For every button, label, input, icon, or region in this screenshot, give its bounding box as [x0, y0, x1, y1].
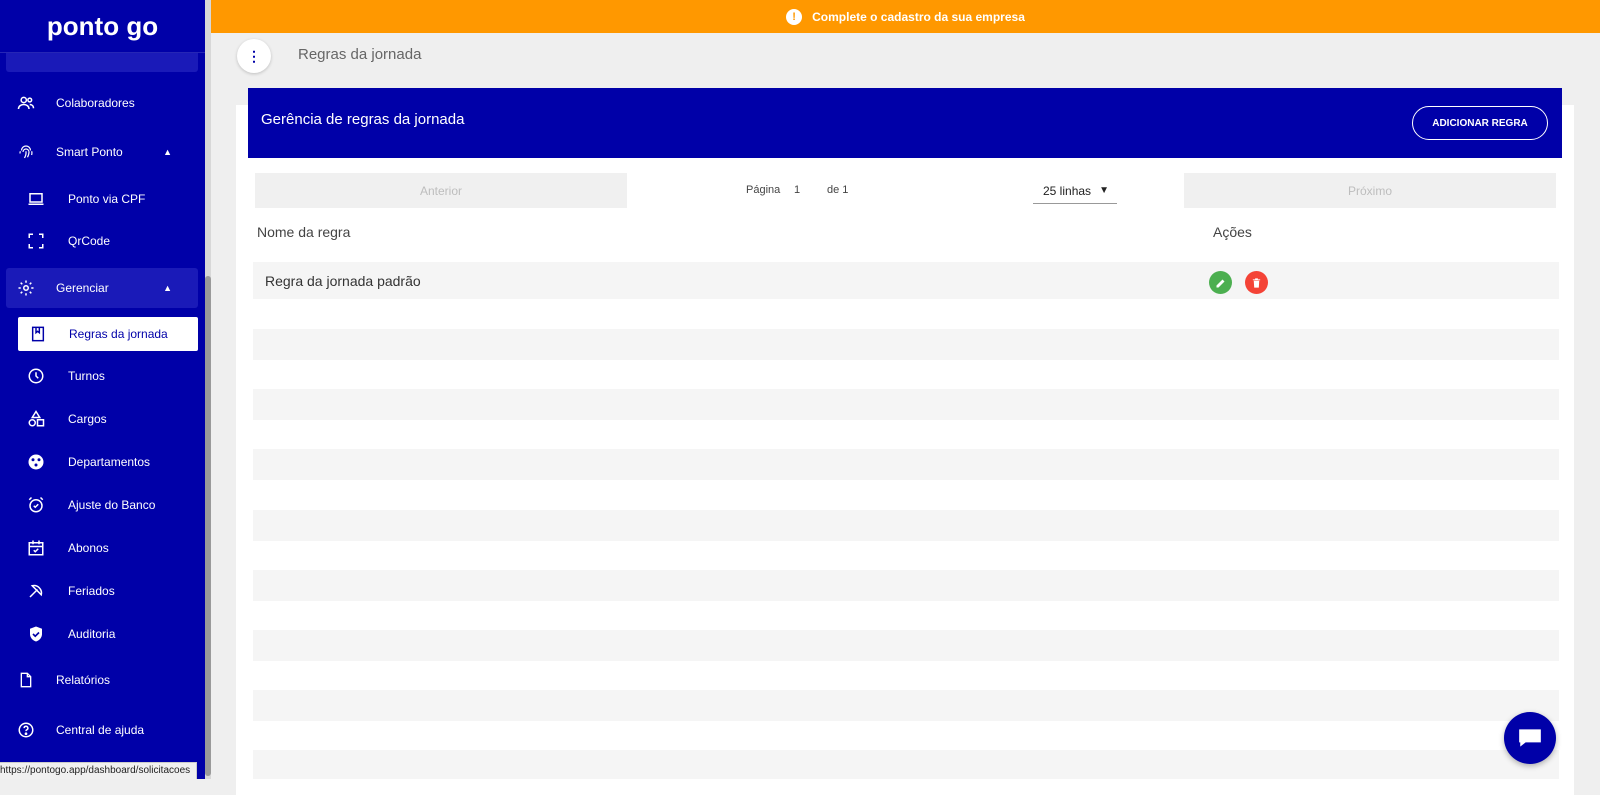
sidebar-item-gerenciar[interactable]: Gerenciar ▲ — [6, 268, 198, 308]
rows-per-page-select[interactable]: 25 linhas ▼ — [1033, 178, 1117, 204]
sidebar-item-label: Smart Ponto — [56, 145, 123, 159]
sidebar-scrollbar-thumb[interactable] — [205, 276, 211, 776]
sidebar-item-central-de-ajuda[interactable]: Central de ajuda — [6, 710, 198, 750]
status-url: https://pontogo.app/dashboard/solicitaco… — [0, 762, 198, 779]
chat-button[interactable] — [1504, 712, 1556, 764]
sidebar-item-label: Regras da jornada — [69, 327, 168, 341]
sidebar-item-smart-ponto[interactable]: Smart Ponto ▲ — [6, 132, 198, 172]
empty-row — [253, 510, 1559, 541]
sidebar-item-label: Departamentos — [68, 455, 151, 469]
warning-icon: ! — [786, 8, 803, 25]
banner-text: Complete o cadastro da sua empresa — [812, 9, 1025, 24]
sidebar-item-ponto-via-cpf[interactable]: Ponto via CPF — [6, 179, 198, 219]
sidebar-item-label: Central de ajuda — [56, 723, 145, 737]
empty-row — [253, 389, 1559, 420]
sidebar-item-cargos[interactable]: Cargos — [6, 399, 198, 439]
sidebar-item-label: Ponto via CPF — [68, 192, 146, 206]
people-icon — [16, 93, 36, 113]
caret-up-icon: ▲ — [163, 147, 172, 157]
sidebar-item-label: Colaboradores — [56, 96, 135, 110]
next-page-button[interactable]: Próximo — [1184, 173, 1556, 208]
sidebar-item-qrcode[interactable]: QrCode — [6, 221, 198, 261]
rule-name: Regra da jornada padrão — [265, 273, 421, 289]
alarm-icon — [26, 495, 46, 515]
sidebar-item-label: Relatórios — [56, 673, 111, 687]
sidebar-item-feriados[interactable]: Feriados — [6, 571, 198, 611]
shapes-icon — [26, 409, 46, 429]
more-options-button[interactable]: ⋮ — [237, 39, 271, 73]
table-row: Regra da jornada padrão — [253, 262, 1559, 299]
complete-registration-banner[interactable]: ! Complete o cadastro da sua empresa — [211, 0, 1600, 33]
sidebar-item-label: Abonos — [68, 541, 109, 555]
card-header: Gerência de regras da jornada ADICIONAR … — [248, 88, 1562, 158]
empty-row — [253, 329, 1559, 360]
sidebar-item-auditoria[interactable]: Auditoria — [6, 614, 198, 654]
empty-row — [253, 690, 1559, 721]
sidebar: ponto go Colaboradores Smart Ponto ▲ Pon… — [0, 0, 211, 779]
add-rule-button[interactable]: ADICIONAR REGRA — [1412, 106, 1548, 140]
logo[interactable]: ponto go — [0, 0, 205, 53]
page-label: Página — [746, 184, 781, 196]
delete-button[interactable] — [1245, 271, 1268, 294]
sidebar-item-abonos[interactable]: Abonos — [6, 528, 198, 568]
chevron-down-icon: ▼ — [1099, 185, 1109, 196]
help-icon — [16, 720, 36, 740]
page-number-input[interactable]: 1 — [794, 184, 800, 196]
caret-up-icon: ▲ — [163, 283, 172, 293]
beach-icon — [26, 581, 46, 601]
card-title: Gerência de regras da jornada — [261, 111, 465, 128]
sidebar-item-regras-da-jornada[interactable]: Regras da jornada — [18, 317, 198, 351]
column-header-actions: Ações — [1213, 224, 1252, 240]
sidebar-item-label: QrCode — [68, 234, 111, 248]
clock-icon — [26, 366, 46, 386]
edit-button[interactable] — [1209, 271, 1232, 294]
sidebar-item-label: Cargos — [68, 412, 107, 426]
pencil-icon — [1216, 279, 1224, 287]
sidebar-item-departamentos[interactable]: Departamentos — [6, 442, 198, 482]
laptop-icon — [26, 189, 46, 209]
page-total: de 1 — [827, 184, 849, 196]
chat-icon — [1519, 729, 1541, 747]
previous-page-button[interactable]: Anterior — [255, 173, 627, 208]
fingerprint-icon — [16, 142, 36, 162]
trash-icon — [1252, 277, 1261, 288]
sidebar-item-label: Auditoria — [68, 627, 116, 641]
column-header-name: Nome da regra — [257, 224, 351, 240]
book-icon — [28, 324, 48, 344]
gear-icon — [16, 278, 36, 298]
empty-row — [253, 630, 1559, 661]
calendar-check-icon — [26, 538, 46, 558]
rows-per-page-value: 25 linhas — [1043, 183, 1092, 198]
sidebar-item-label: Feriados — [68, 584, 115, 598]
scan-icon — [26, 231, 46, 251]
empty-row — [253, 570, 1559, 601]
sidebar-item-label: Ajuste do Banco — [68, 498, 156, 512]
shield-check-icon — [26, 624, 46, 644]
document-icon — [16, 670, 36, 690]
empty-row — [253, 449, 1559, 480]
sidebar-item-label: Turnos — [68, 369, 105, 383]
group-icon — [26, 452, 46, 472]
sidebar-item-relatorios[interactable]: Relatórios — [6, 660, 198, 700]
empty-row — [253, 750, 1559, 779]
logo-text: ponto go — [46, 10, 159, 41]
page-title: Regras da jornada — [298, 46, 422, 63]
sidebar-item-label: Gerenciar — [56, 281, 109, 295]
sidebar-item-ajuste-do-banco[interactable]: Ajuste do Banco — [6, 485, 198, 525]
sidebar-item-turnos[interactable]: Turnos — [6, 356, 198, 396]
sidebar-item-colaboradores[interactable]: Colaboradores — [6, 83, 198, 123]
more-vert-icon: ⋮ — [247, 47, 261, 64]
